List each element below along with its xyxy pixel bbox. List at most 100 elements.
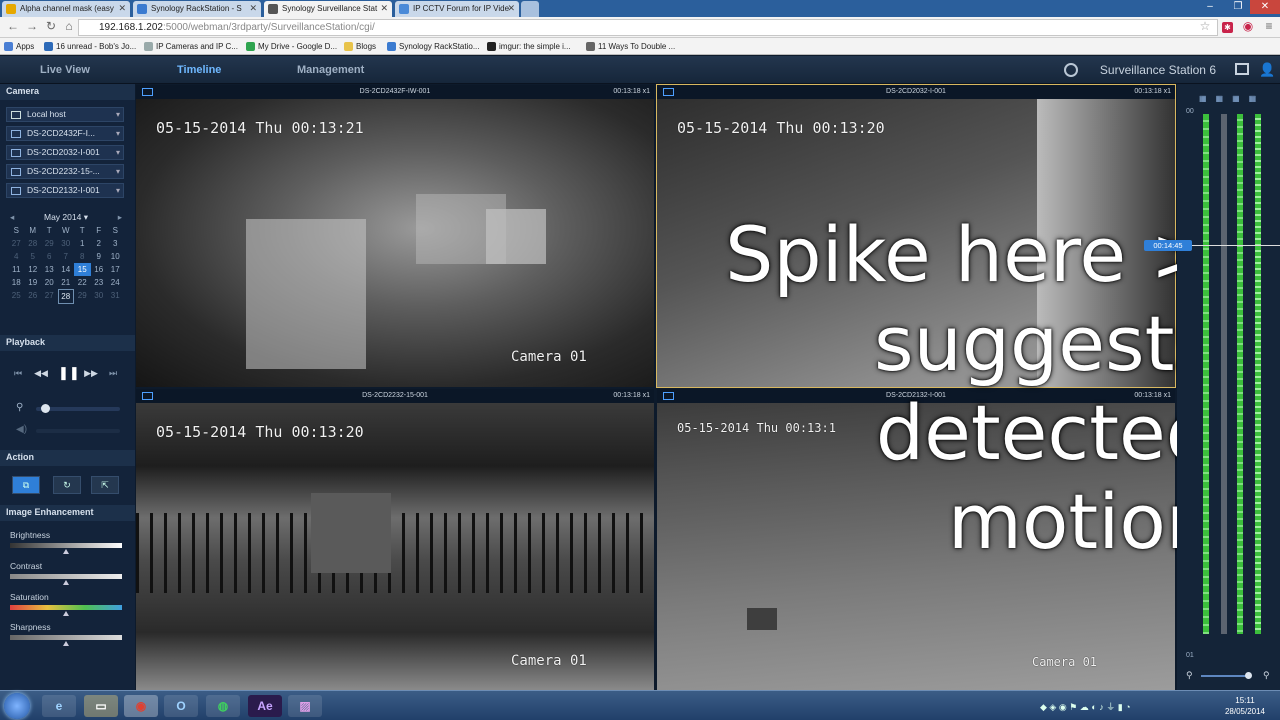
timeline-track[interactable] <box>1203 114 1209 634</box>
taskbar-clock[interactable]: 15:11 28/05/2014 <box>1220 695 1270 717</box>
calendar-day[interactable]: 28 <box>25 237 42 250</box>
calendar-day[interactable]: 15 <box>74 263 91 276</box>
timeline-cursor-line[interactable] <box>1192 245 1280 246</box>
bookmark[interactable]: IP Cameras and IP C... <box>144 40 238 53</box>
close-icon[interactable]: ✕ <box>380 1 388 16</box>
message-icon[interactable] <box>1235 63 1249 75</box>
calendar-day[interactable]: 2 <box>91 237 108 250</box>
sharpness-slider[interactable] <box>10 635 122 640</box>
calendar-month[interactable]: May 2014 <box>44 212 81 222</box>
skip-end-icon[interactable]: ⏭ <box>105 365 121 381</box>
calendar-day[interactable]: 1 <box>74 237 91 250</box>
close-window-icon[interactable]: ✕ <box>1250 0 1280 14</box>
sharpness-handle[interactable] <box>63 641 69 646</box>
layout-button[interactable]: ⧉ <box>12 476 40 494</box>
user-icon[interactable]: 👤 <box>1259 62 1275 77</box>
timeline-zoom-slider[interactable] <box>1201 675 1251 677</box>
system-tray-icons[interactable]: ◆ ◈ ◉ ⚑ ☁ ◐ ♪ ⏚ ▮ ◔ <box>1040 700 1200 712</box>
calendar-day[interactable]: 19 <box>25 276 42 289</box>
camera-item[interactable]: DS-2CD2032-I-001 ▾ <box>6 145 124 160</box>
calendar-day[interactable]: 30 <box>91 289 108 304</box>
brightness-handle[interactable] <box>63 549 69 554</box>
bookmark-apps[interactable]: Apps <box>4 40 34 53</box>
calendar-day[interactable]: 29 <box>74 289 91 304</box>
video-pane[interactable]: DS-2CD2432F-IW-001 00:13:18 x1 05-15-2014… <box>136 85 654 387</box>
close-icon[interactable]: ✕ <box>249 1 257 16</box>
calendar-day[interactable]: 31 <box>107 289 124 304</box>
internet-explorer-icon[interactable]: e <box>42 695 76 717</box>
calendar-day[interactable]: 13 <box>41 263 58 276</box>
calendar-day[interactable]: 22 <box>74 276 91 289</box>
calendar-day[interactable]: 3 <box>107 237 124 250</box>
bookmark[interactable]: imgur: the simple i... <box>487 40 571 53</box>
contrast-slider[interactable] <box>10 574 122 579</box>
calendar-day[interactable]: 10 <box>107 250 124 263</box>
start-button[interactable] <box>4 693 30 719</box>
close-icon[interactable]: ✕ <box>507 1 515 16</box>
calendar-day[interactable]: 14 <box>58 263 75 276</box>
calendar-day[interactable]: 11 <box>8 263 25 276</box>
contrast-handle[interactable] <box>63 580 69 585</box>
refresh-button[interactable]: ↻ <box>53 476 81 494</box>
calendar-day[interactable]: 6 <box>41 250 58 263</box>
home-icon[interactable]: ⌂ <box>62 20 76 34</box>
export-button[interactable]: ⇱ <box>91 476 119 494</box>
timeline-track[interactable] <box>1255 114 1261 634</box>
calendar-day[interactable]: 12 <box>25 263 42 276</box>
bookmark[interactable]: Blogs <box>344 40 376 53</box>
calendar-day[interactable]: 27 <box>8 237 25 250</box>
calendar-day[interactable]: 25 <box>8 289 25 304</box>
calendar-day[interactable]: 9 <box>91 250 108 263</box>
back-icon[interactable]: ← <box>6 20 20 34</box>
forward-icon[interactable]: ▶▶ <box>83 365 99 381</box>
bookmark[interactable]: Synology RackStatio... <box>387 40 479 53</box>
browser-tab[interactable]: Synology RackStation - S ✕ <box>133 1 261 17</box>
tab-live-view[interactable]: Live View <box>40 56 90 84</box>
outlook-icon[interactable]: O <box>164 695 198 717</box>
timeline-layout-icons[interactable]: ▦▦▦▦ <box>1199 94 1269 104</box>
camera-item[interactable]: DS-2CD2232-15-... ▾ <box>6 164 124 179</box>
forward-icon[interactable]: → <box>25 20 39 34</box>
bookmark[interactable]: 16 unread - Bob's Jo... <box>44 40 136 53</box>
browser-tab[interactable]: IP CCTV Forum for IP Vide ✕ <box>395 1 519 17</box>
calendar-day[interactable]: 21 <box>58 276 75 289</box>
calendar-day[interactable]: 26 <box>25 289 42 304</box>
spotify-icon[interactable]: ◍ <box>206 695 240 717</box>
paint-icon[interactable]: ▨ <box>288 695 322 717</box>
calendar-day[interactable]: 17 <box>107 263 124 276</box>
star-icon[interactable]: ☆ <box>1198 20 1212 34</box>
url-input[interactable]: 192.168.1.202:5000/webman/3rdparty/Surve… <box>78 19 1218 36</box>
maximize-icon[interactable]: ❐ <box>1226 0 1250 14</box>
calendar-day[interactable]: 8 <box>74 250 91 263</box>
close-icon[interactable]: ✕ <box>118 1 126 16</box>
zoom-in-icon[interactable]: ⚲ <box>1263 670 1270 681</box>
calendar-day[interactable]: 23 <box>91 276 108 289</box>
browser-tab-active[interactable]: Synology Surveillance Stat ✕ <box>264 1 392 17</box>
slider-handle[interactable] <box>41 404 50 413</box>
extension-icon[interactable]: ✱ <box>1222 22 1233 33</box>
menu-icon[interactable]: ≡ <box>1262 20 1276 34</box>
calendar-day[interactable]: 4 <box>8 250 25 263</box>
saturation-slider[interactable] <box>10 605 122 610</box>
tab-timeline[interactable]: Timeline <box>177 56 221 84</box>
file-explorer-icon[interactable]: ▭ <box>84 695 118 717</box>
calendar-day[interactable]: 28 <box>57 289 74 304</box>
tab-management[interactable]: Management <box>297 56 364 84</box>
bookmark[interactable]: My Drive - Google D... <box>246 40 337 53</box>
after-effects-icon[interactable]: Ae <box>248 695 282 717</box>
calendar-day[interactable]: 27 <box>41 289 58 304</box>
new-tab-button[interactable] <box>521 1 539 17</box>
minimize-icon[interactable]: – <box>1198 0 1222 14</box>
calendar-day[interactable]: 7 <box>58 250 75 263</box>
camera-item[interactable]: DS-2CD2132-I-001 ▾ <box>6 183 124 198</box>
volume-slider[interactable] <box>36 429 120 433</box>
camera-item[interactable]: DS-2CD2432F-I... ▾ <box>6 126 124 141</box>
calendar-day[interactable]: 24 <box>107 276 124 289</box>
timeline-track[interactable] <box>1221 114 1227 634</box>
chrome-icon[interactable]: ◉ <box>124 695 158 717</box>
timeline-track[interactable] <box>1237 114 1243 634</box>
video-pane[interactable]: DS-2CD2232-15-001 00:13:18 x1 05-15-2014 … <box>136 389 654 690</box>
calendar-day[interactable]: 18 <box>8 276 25 289</box>
extension-icon[interactable]: ◉ <box>1241 20 1255 34</box>
skip-start-icon[interactable]: ⏮ <box>10 365 26 381</box>
